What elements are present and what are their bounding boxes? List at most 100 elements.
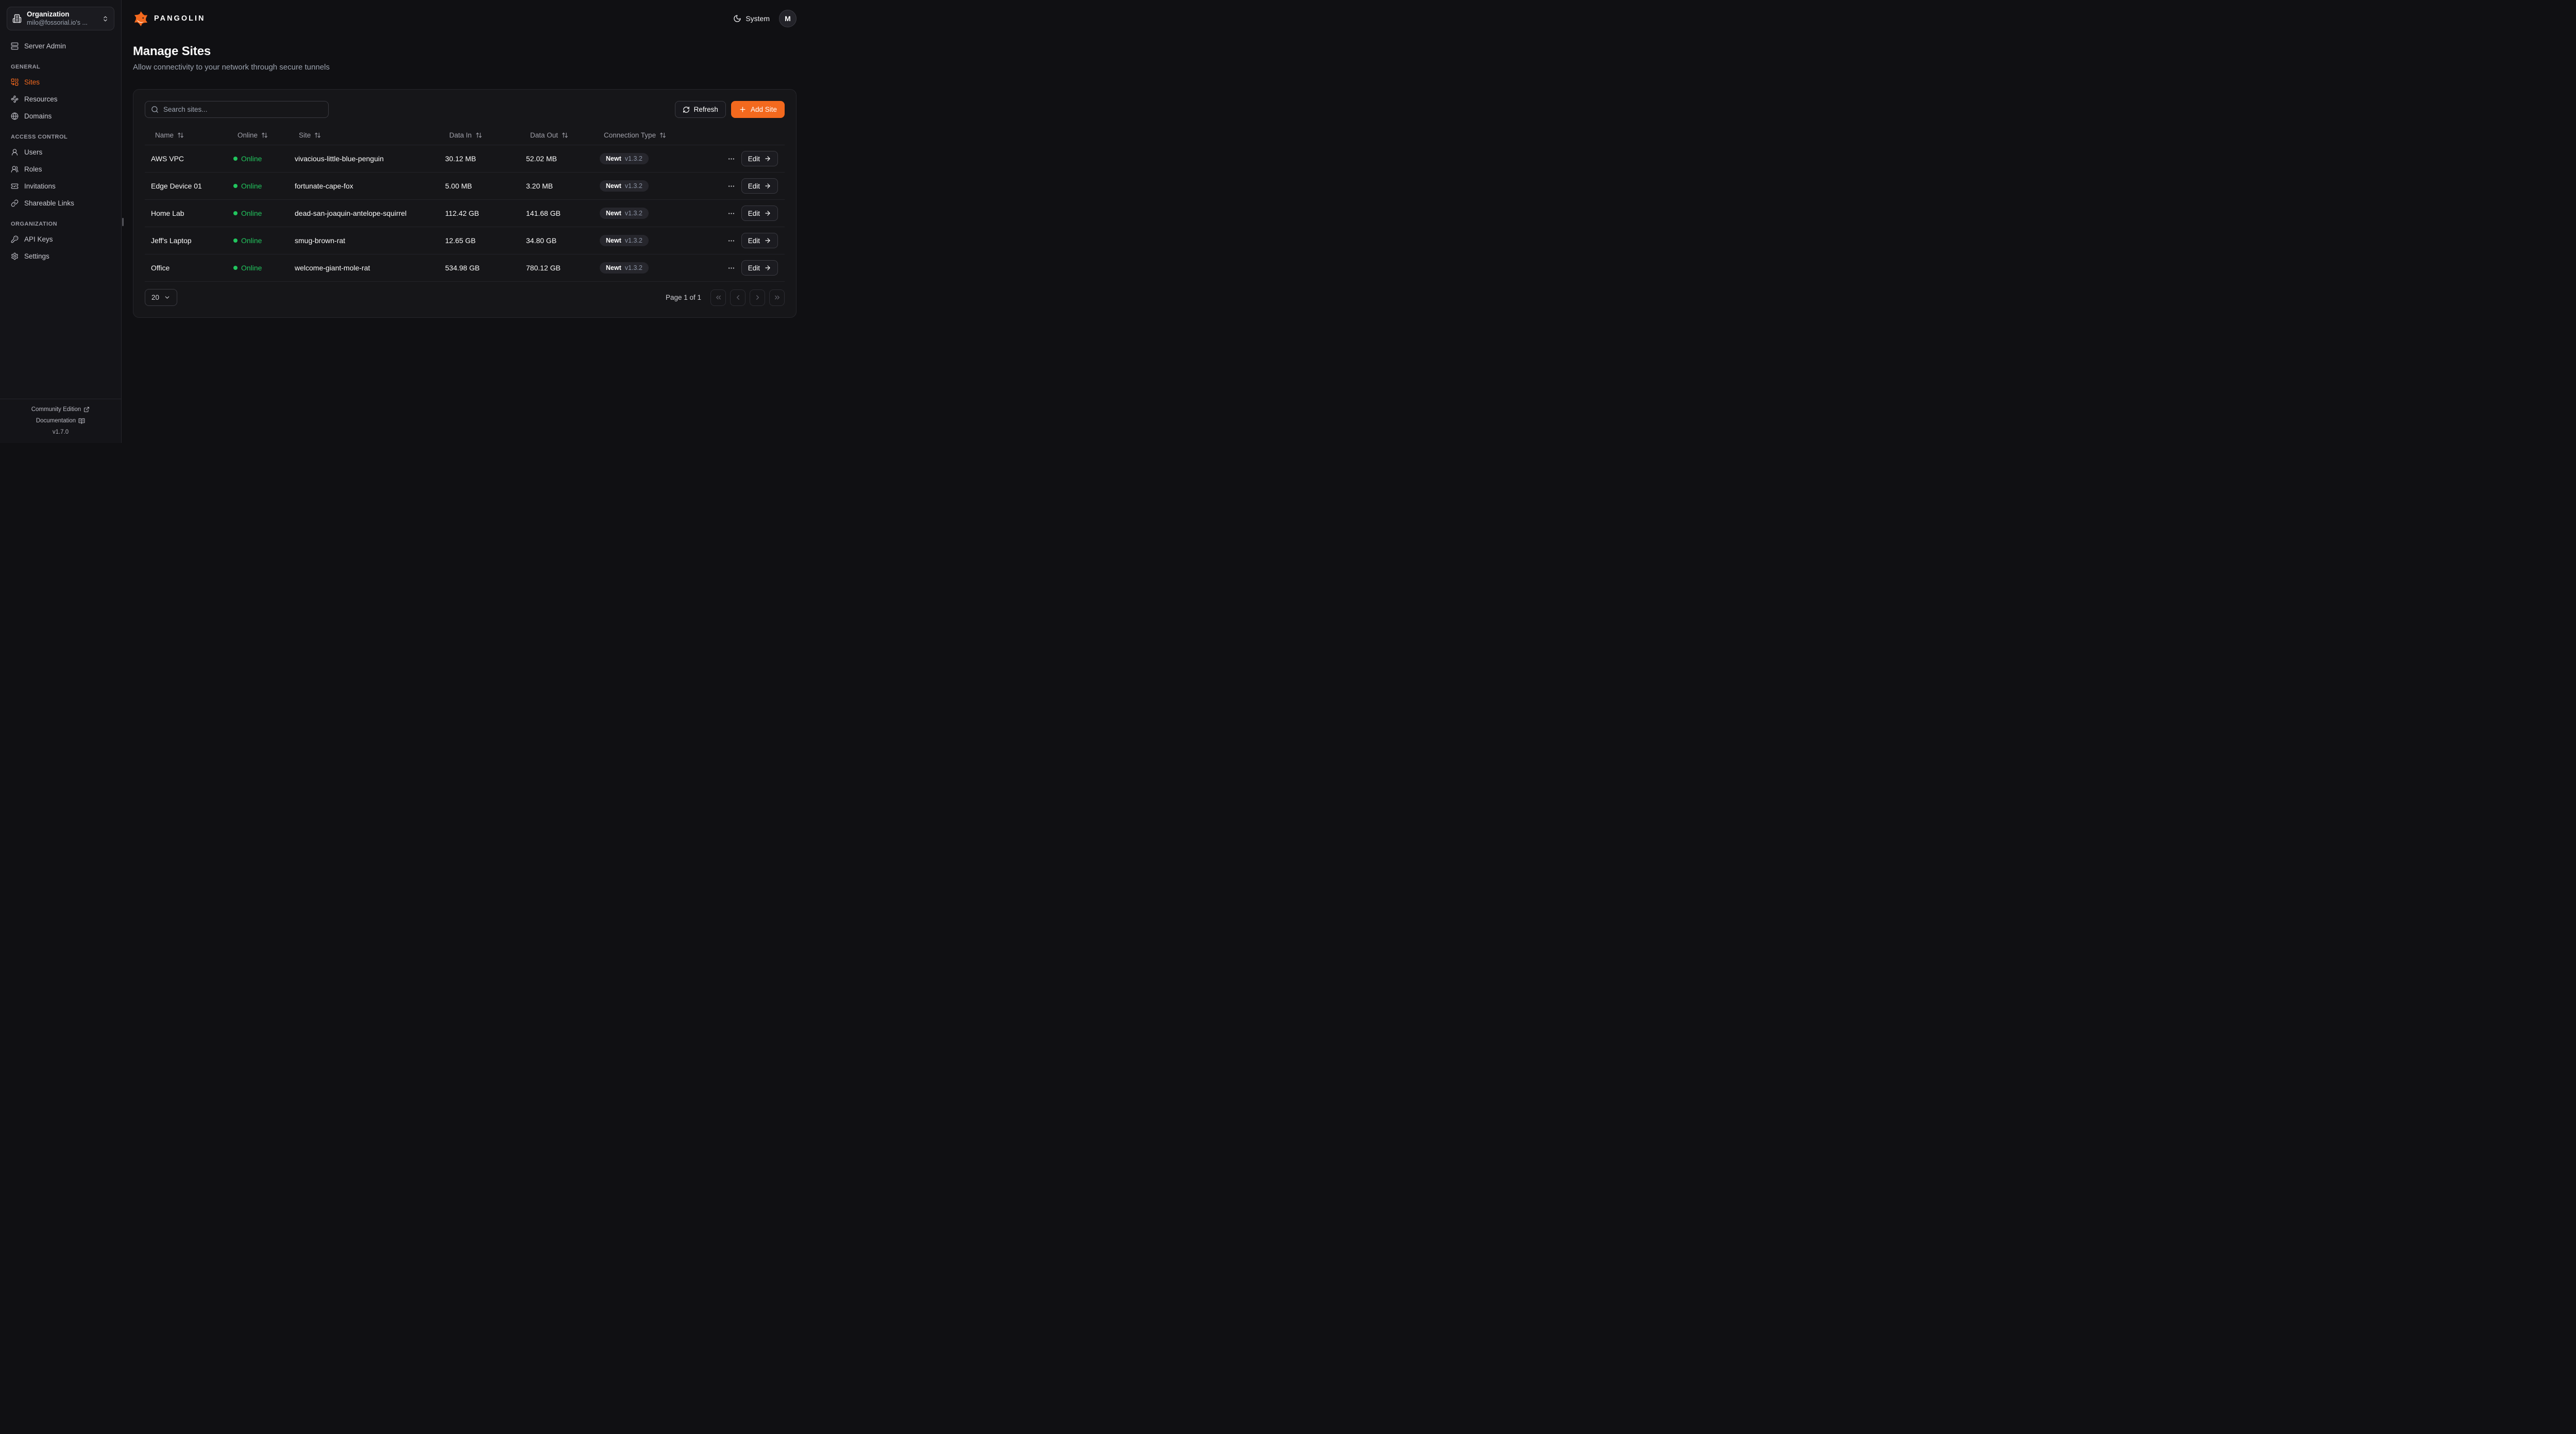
edit-button[interactable]: Edit xyxy=(741,260,778,276)
sort-icon xyxy=(476,132,482,139)
connection-name: Newt xyxy=(606,237,621,244)
online-status-label: Online xyxy=(241,182,262,190)
sidebar-item-label: Shareable Links xyxy=(24,199,74,207)
row-actions-cell: Edit xyxy=(719,151,785,166)
sidebar-scrollbar-thumb[interactable] xyxy=(122,218,124,226)
data-out-cell: 141.68 GB xyxy=(520,209,594,217)
data-out-cell: 780.12 GB xyxy=(520,264,594,272)
org-switcher-title: Organization xyxy=(27,10,97,19)
online-dot xyxy=(233,184,238,188)
column-header-online[interactable]: Online xyxy=(227,131,289,139)
sidebar-nav: Server Admin GENERAL Sites Resources Dom… xyxy=(7,39,114,399)
previous-page-button[interactable] xyxy=(730,289,745,306)
sidebar-item-settings[interactable]: Settings xyxy=(7,249,114,263)
chevron-left-icon xyxy=(734,294,742,301)
row-menu-button[interactable] xyxy=(726,181,736,191)
theme-toggle-button[interactable]: System xyxy=(733,14,770,23)
online-dot xyxy=(233,238,238,243)
row-menu-button[interactable] xyxy=(726,236,736,246)
connection-name: Newt xyxy=(606,265,621,271)
site-status-cell: Online xyxy=(227,209,289,217)
column-header-name[interactable]: Name xyxy=(145,131,227,139)
row-menu-button[interactable] xyxy=(726,263,736,273)
sidebar-item-api-keys[interactable]: API Keys xyxy=(7,232,114,246)
edit-button[interactable]: Edit xyxy=(741,233,778,248)
user-icon xyxy=(11,148,19,156)
table-row: Office Online welcome-giant-mole-rat 534… xyxy=(145,254,785,281)
org-switcher[interactable]: Organization milo@fossorial.io's ... xyxy=(7,7,114,30)
site-name-cell: Edge Device 01 xyxy=(145,182,227,190)
online-status-label: Online xyxy=(241,155,262,163)
user-avatar[interactable]: M xyxy=(779,10,796,27)
sidebar-item-roles[interactable]: Roles xyxy=(7,162,114,176)
sidebar-item-domains[interactable]: Domains xyxy=(7,109,114,123)
gear-icon xyxy=(11,252,19,260)
column-header-data-out[interactable]: Data Out xyxy=(520,131,594,139)
edit-button[interactable]: Edit xyxy=(741,206,778,221)
sidebar-item-label: Users xyxy=(24,148,42,156)
sidebar-footer: Community Edition Documentation v1.7.0 xyxy=(0,399,121,443)
sort-icon xyxy=(659,132,666,139)
site-tunnel-cell: fortunate-cape-fox xyxy=(289,182,439,190)
row-menu-button[interactable] xyxy=(726,209,736,218)
edit-button[interactable]: Edit xyxy=(741,178,778,194)
page-size-select[interactable]: 20 xyxy=(145,289,177,306)
community-edition-link[interactable]: Community Edition xyxy=(0,404,121,415)
edit-button[interactable]: Edit xyxy=(741,151,778,166)
users-icon xyxy=(11,165,19,173)
arrow-right-icon xyxy=(764,264,771,271)
sidebar-item-shareable-links[interactable]: Shareable Links xyxy=(7,196,114,210)
sidebar-item-resources[interactable]: Resources xyxy=(7,92,114,106)
data-out-cell: 3.20 MB xyxy=(520,182,594,190)
refresh-button[interactable]: Refresh xyxy=(675,101,726,118)
sites-card: Refresh Add Site Name Online xyxy=(133,89,796,318)
sidebar-item-sites[interactable]: Sites xyxy=(7,75,114,89)
brand-name: PANGOLIN xyxy=(154,14,205,23)
sidebar-item-server-admin[interactable]: Server Admin xyxy=(7,39,114,53)
row-actions-cell: Edit xyxy=(719,206,785,221)
table-row: Edge Device 01 Online fortunate-cape-fox… xyxy=(145,172,785,199)
ellipsis-icon xyxy=(727,155,735,163)
last-page-button[interactable] xyxy=(769,289,785,306)
sidebar-item-users[interactable]: Users xyxy=(7,145,114,159)
link-icon xyxy=(11,199,19,207)
sidebar-item-label: Domains xyxy=(24,112,52,120)
connection-version: v1.3.2 xyxy=(625,210,642,217)
online-status-label: Online xyxy=(241,264,262,272)
sidebar-item-label: Sites xyxy=(24,78,40,86)
first-page-button[interactable] xyxy=(710,289,726,306)
search-input[interactable] xyxy=(163,106,323,113)
sidebar-item-label: Invitations xyxy=(24,182,56,190)
connection-badge: Newt v1.3.2 xyxy=(600,262,649,274)
column-header-connection-type[interactable]: Connection Type xyxy=(594,131,719,139)
add-site-button[interactable]: Add Site xyxy=(731,101,785,118)
chevrons-right-icon xyxy=(773,294,781,301)
online-status-label: Online xyxy=(241,209,262,217)
waypoints-icon xyxy=(11,95,19,103)
column-header-data-in[interactable]: Data In xyxy=(439,131,520,139)
documentation-link[interactable]: Documentation xyxy=(0,415,121,426)
search-icon xyxy=(151,106,159,113)
sidebar-item-label: API Keys xyxy=(24,235,53,243)
chevrons-up-down-icon xyxy=(102,15,109,22)
row-menu-button[interactable] xyxy=(726,154,736,164)
external-link-icon xyxy=(83,406,90,413)
section-label-organization: ORGANIZATION xyxy=(7,221,114,227)
sidebar-item-invitations[interactable]: Invitations xyxy=(7,179,114,193)
sidebar-item-label: Resources xyxy=(24,95,58,103)
sort-icon xyxy=(177,132,184,139)
sidebar-item-label: Roles xyxy=(24,165,42,173)
section-label-general: GENERAL xyxy=(7,64,114,70)
combine-icon xyxy=(11,78,19,86)
connection-badge: Newt v1.3.2 xyxy=(600,208,649,219)
next-page-button[interactable] xyxy=(750,289,765,306)
brand[interactable]: PANGOLIN xyxy=(133,11,205,27)
connection-version: v1.3.2 xyxy=(625,183,642,190)
column-header-site[interactable]: Site xyxy=(289,131,439,139)
online-dot xyxy=(233,211,238,215)
sort-icon xyxy=(314,132,321,139)
moon-icon xyxy=(733,14,741,23)
globe-icon xyxy=(11,112,19,120)
data-in-cell: 5.00 MB xyxy=(439,182,520,190)
table-row: AWS VPC Online vivacious-little-blue-pen… xyxy=(145,145,785,172)
